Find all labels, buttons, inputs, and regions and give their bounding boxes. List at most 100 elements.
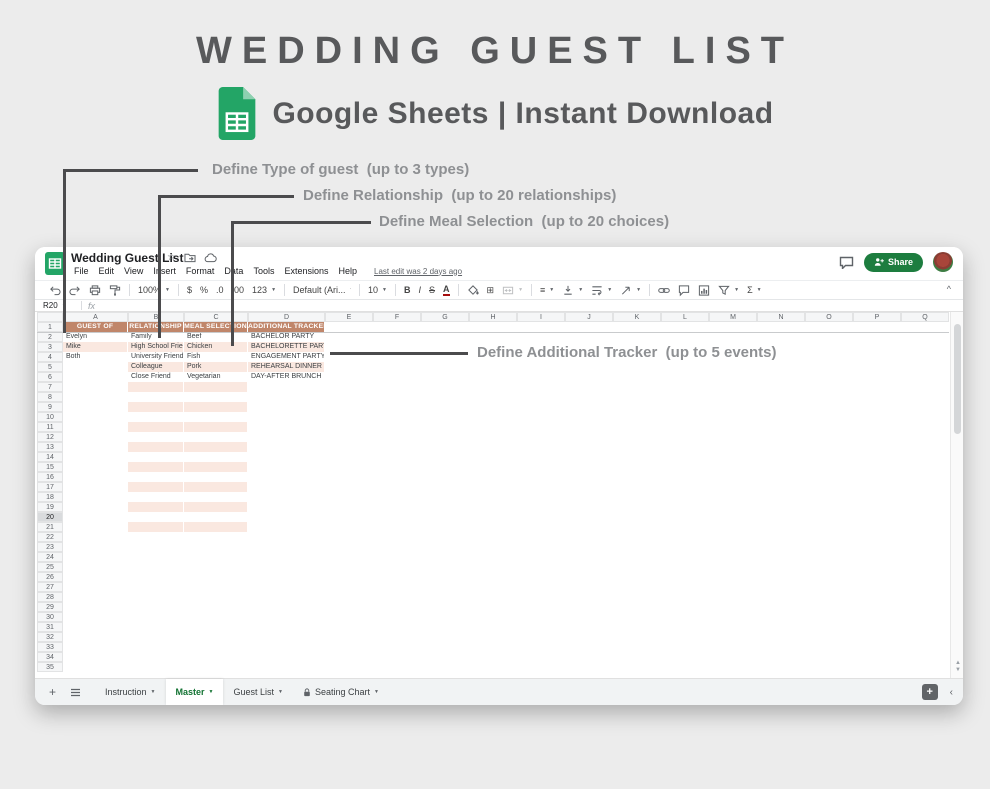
sheet-tab-guest-list[interactable]: Guest List▼ <box>223 679 292 705</box>
column-header-J[interactable]: J <box>565 312 613 322</box>
row-header-30[interactable]: 30 <box>37 612 63 622</box>
text-wrap-icon[interactable]: ▼ <box>591 284 612 297</box>
cell-C6[interactable]: Vegetarian <box>184 372 248 382</box>
cell-D2[interactable]: BACHELOR PARTY <box>248 332 325 342</box>
vertical-scrollbar-thumb[interactable] <box>954 324 961 434</box>
row-header-13[interactable]: 13 <box>37 442 63 452</box>
print-icon[interactable] <box>89 284 101 297</box>
menu-file[interactable]: File <box>69 266 94 276</box>
column-header-I[interactable]: I <box>517 312 565 322</box>
cell-B19[interactable] <box>128 502 184 512</box>
row-header-15[interactable]: 15 <box>37 462 63 472</box>
column-header-C[interactable]: C <box>184 312 248 322</box>
cell-C14[interactable] <box>184 452 248 462</box>
cell-C2[interactable]: Beef <box>184 332 248 342</box>
cell-B1[interactable]: RELATIONSHIP <box>128 322 184 332</box>
vertical-scrollbar[interactable]: ▲▼ <box>950 312 963 678</box>
column-header-Q[interactable]: Q <box>901 312 949 322</box>
menu-help[interactable]: Help <box>333 266 362 276</box>
menu-extensions[interactable]: Extensions <box>279 266 333 276</box>
cell-D6[interactable]: DAY-AFTER BRUNCH <box>248 372 325 382</box>
cell-C3[interactable]: Chicken <box>184 342 248 352</box>
row-header-33[interactable]: 33 <box>37 642 63 652</box>
borders-button[interactable]: ⊞ <box>487 285 495 296</box>
row-header-9[interactable]: 9 <box>37 402 63 412</box>
name-box[interactable]: R20▼ <box>35 301 75 310</box>
currency-format-button[interactable]: $ <box>187 285 192 295</box>
cell-C4[interactable]: Fish <box>184 352 248 362</box>
column-header-M[interactable]: M <box>709 312 757 322</box>
cell-A2[interactable]: Evelyn <box>63 332 128 342</box>
cell-B17[interactable] <box>128 482 184 492</box>
row-header-2[interactable]: 2 <box>37 332 63 342</box>
row-header-29[interactable]: 29 <box>37 602 63 612</box>
row-header-28[interactable]: 28 <box>37 592 63 602</box>
row-header-17[interactable]: 17 <box>37 482 63 492</box>
redo-icon[interactable] <box>69 284 81 297</box>
paint-format-icon[interactable] <box>109 284 121 297</box>
cell-B11[interactable] <box>128 422 184 432</box>
row-header-3[interactable]: 3 <box>37 342 63 352</box>
star-icon[interactable]: ☆ <box>167 252 176 263</box>
column-header-N[interactable]: N <box>757 312 805 322</box>
row-header-7[interactable]: 7 <box>37 382 63 392</box>
cell-B18[interactable] <box>128 492 184 502</box>
side-panel-chevron-icon[interactable]: ‹ <box>950 687 953 698</box>
menu-format[interactable]: Format <box>181 266 220 276</box>
comment-history-icon[interactable] <box>839 256 854 269</box>
row-header-11[interactable]: 11 <box>37 422 63 432</box>
row-header-22[interactable]: 22 <box>37 532 63 542</box>
select-all-corner[interactable] <box>37 312 63 322</box>
strikethrough-button[interactable]: S <box>429 285 435 295</box>
row-header-16[interactable]: 16 <box>37 472 63 482</box>
row-header-5[interactable]: 5 <box>37 362 63 372</box>
menu-tools[interactable]: Tools <box>248 266 279 276</box>
all-sheets-menu-icon[interactable] <box>70 688 81 697</box>
row-header-6[interactable]: 6 <box>37 372 63 382</box>
row-header-27[interactable]: 27 <box>37 582 63 592</box>
cell-C18[interactable] <box>184 492 248 502</box>
horizontal-align-select[interactable]: ≡▼ <box>540 285 554 295</box>
row-header-18[interactable]: 18 <box>37 492 63 502</box>
cell-C19[interactable] <box>184 502 248 512</box>
cell-C11[interactable] <box>184 422 248 432</box>
move-folder-icon[interactable] <box>184 252 196 263</box>
column-header-K[interactable]: K <box>613 312 661 322</box>
text-color-button[interactable]: A <box>443 285 450 296</box>
row-header-24[interactable]: 24 <box>37 552 63 562</box>
cell-C1[interactable]: MEAL SELECTION <box>184 322 248 332</box>
cell-B10[interactable] <box>128 412 184 422</box>
row-header-35[interactable]: 35 <box>37 662 63 672</box>
row-header-4[interactable]: 4 <box>37 352 63 362</box>
sheet-tab-instruction[interactable]: Instruction▼ <box>95 679 165 705</box>
menu-insert[interactable]: Insert <box>148 266 181 276</box>
menu-view[interactable]: View <box>119 266 148 276</box>
cell-C20[interactable] <box>184 512 248 522</box>
menu-edit[interactable]: Edit <box>94 266 120 276</box>
cell-C13[interactable] <box>184 442 248 452</box>
cell-B16[interactable] <box>128 472 184 482</box>
sheet-tab-seating-chart[interactable]: Seating Chart▼ <box>293 679 389 705</box>
cell-B8[interactable] <box>128 392 184 402</box>
bold-button[interactable]: B <box>404 285 411 295</box>
share-button[interactable]: Share <box>864 253 923 272</box>
cell-B12[interactable] <box>128 432 184 442</box>
column-header-L[interactable]: L <box>661 312 709 322</box>
column-header-O[interactable]: O <box>805 312 853 322</box>
font-select[interactable]: Default (Ari...▼ <box>293 285 351 295</box>
cell-C16[interactable] <box>184 472 248 482</box>
row-header-19[interactable]: 19 <box>37 502 63 512</box>
cell-C10[interactable] <box>184 412 248 422</box>
row-header-1[interactable]: 1 <box>37 322 63 332</box>
cell-B7[interactable] <box>128 382 184 392</box>
explore-button[interactable]: + <box>922 684 938 700</box>
row-header-25[interactable]: 25 <box>37 562 63 572</box>
row-header-14[interactable]: 14 <box>37 452 63 462</box>
merge-cells-icon[interactable]: ▼ <box>502 284 523 297</box>
cell-B15[interactable] <box>128 462 184 472</box>
last-edit-link[interactable]: Last edit was 2 days ago <box>374 267 462 276</box>
zoom-select[interactable]: 100%▼ <box>138 285 170 295</box>
cell-C21[interactable] <box>184 522 248 532</box>
cell-B20[interactable] <box>128 512 184 522</box>
cell-A4[interactable]: Both <box>63 352 128 362</box>
